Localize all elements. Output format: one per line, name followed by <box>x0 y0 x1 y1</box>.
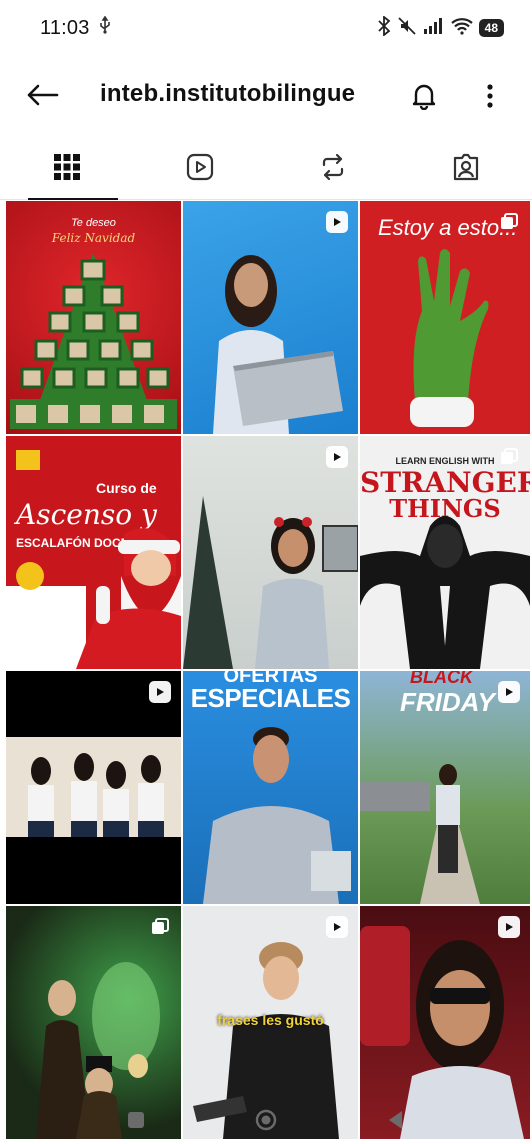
reels-icon <box>186 153 213 180</box>
reel-icon <box>334 218 341 226</box>
profile-tabs <box>0 134 532 200</box>
demogorgon-image <box>360 516 530 669</box>
reel-badge <box>326 446 348 468</box>
reel-badge <box>149 681 171 703</box>
arrow-left-icon <box>27 84 59 106</box>
christmas-tree-image <box>10 253 177 429</box>
status-bar: 11:03 48 <box>0 0 532 56</box>
tab-grid[interactable] <box>0 134 133 200</box>
reel-icon <box>334 923 341 931</box>
tab-reposts[interactable] <box>266 134 399 199</box>
woman-laptop-image <box>213 255 343 434</box>
reel-badge <box>498 916 520 938</box>
reel-icon <box>334 453 341 461</box>
bluetooth-icon <box>377 14 391 41</box>
usb-icon <box>98 15 112 40</box>
carousel-icon <box>501 448 518 464</box>
reel-badge <box>326 211 348 233</box>
status-time: 11:03 <box>40 16 90 39</box>
repost-icon <box>322 153 343 180</box>
notifications-button[interactable] <box>404 76 444 116</box>
circle-icon <box>255 1109 277 1131</box>
tab-reels[interactable] <box>133 134 266 199</box>
post-caption: frases les gustó <box>217 1012 324 1028</box>
reel-icon <box>157 688 164 696</box>
post-tile[interactable]: BLACK FRIDAY <box>360 671 530 904</box>
posts-grid: Te deseo Feliz Navidad Estoy a esto... C… <box>6 201 530 1139</box>
post-tile[interactable] <box>183 201 358 434</box>
profile-username: inteb.institutobilingue <box>100 80 356 107</box>
back-nav-button[interactable] <box>376 1100 416 1140</box>
post-tile[interactable] <box>6 671 181 904</box>
tab-tagged[interactable] <box>399 134 532 199</box>
carousel-icon <box>152 918 169 934</box>
carousel-icon <box>501 213 518 229</box>
post-tile[interactable] <box>183 436 358 669</box>
profile-header: inteb.institutobilingue <box>0 60 532 130</box>
group-photo-image <box>6 737 181 837</box>
home-button[interactable] <box>246 1100 286 1140</box>
bell-icon <box>412 84 436 110</box>
woman-park-image <box>360 764 480 904</box>
post-tile[interactable]: LEARN ENGLISH WITH STRANGER THINGS <box>360 436 530 669</box>
post-tile[interactable]: OFERTAS ESPECIALES <box>183 671 358 904</box>
grid-icon <box>53 153 80 180</box>
more-vertical-icon <box>487 84 493 108</box>
man-image <box>203 727 351 904</box>
post-tile[interactable]: Curso de Ascenso y ESCALAFÓN DOCENTE <box>6 436 181 669</box>
grinch-hand-image <box>410 249 489 427</box>
reel-icon <box>506 688 513 696</box>
battery-indicator: 48 <box>478 19 504 37</box>
reel-badge <box>498 681 520 703</box>
back-button[interactable] <box>22 78 62 112</box>
post-tile[interactable]: Te deseo Feliz Navidad <box>6 201 181 434</box>
reel-icon <box>506 923 513 931</box>
more-options-button[interactable] <box>470 76 510 116</box>
santa-image <box>6 528 181 669</box>
status-time-group: 11:03 <box>40 15 112 40</box>
status-indicators: 48 <box>377 14 504 41</box>
mute-icon <box>397 16 417 41</box>
woman-christmas-image <box>183 496 358 669</box>
tagged-icon <box>453 153 478 180</box>
carousel-badge <box>498 211 520 233</box>
system-navigation-bar <box>0 1096 532 1144</box>
wifi-icon <box>450 17 473 40</box>
carousel-badge <box>498 446 520 468</box>
square-icon <box>128 1112 144 1128</box>
signal-icon <box>423 17 445 40</box>
triangle-back-icon <box>389 1111 402 1129</box>
recents-button[interactable] <box>116 1100 156 1140</box>
post-tile[interactable]: Estoy a esto... <box>360 201 530 434</box>
carousel-badge <box>149 916 171 938</box>
reel-badge <box>326 916 348 938</box>
